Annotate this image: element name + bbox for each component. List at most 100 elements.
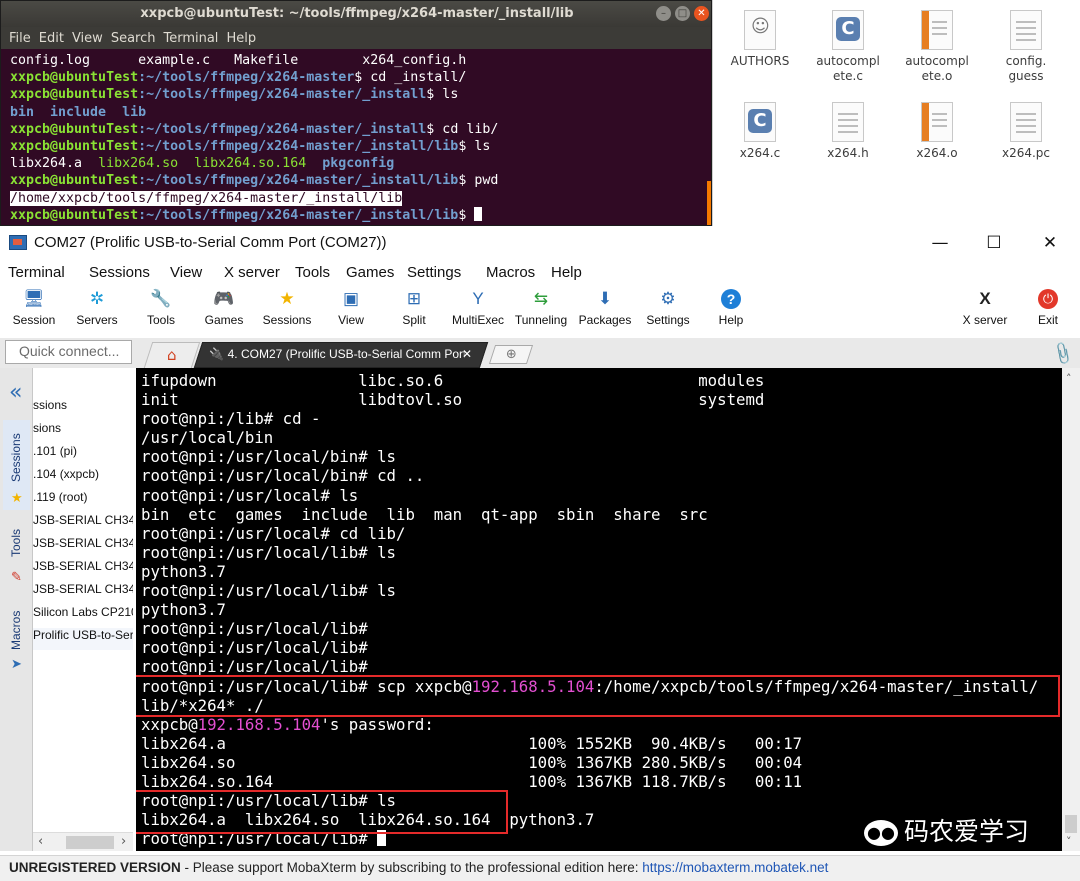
home-tab[interactable]: ⌂ [143, 342, 201, 368]
menu-view[interactable]: View [72, 31, 103, 46]
collapse-sidebar-icon[interactable]: « [9, 382, 22, 404]
menu-xserver[interactable]: X server [224, 264, 280, 281]
menu-macros[interactable]: Macros [486, 264, 535, 281]
menu-terminal[interactable]: Terminal [163, 31, 218, 46]
maximize-icon[interactable]: ☐ [971, 230, 1017, 256]
watermark: ●● 码农爱学习 [864, 812, 1029, 848]
scroll-thumb[interactable] [1065, 815, 1077, 833]
side-tab-label: Tools [9, 528, 23, 557]
terminal-line: bin include lib [10, 104, 147, 120]
menu-help[interactable]: Help [551, 264, 582, 281]
prompt-path: :~/tools/ffmpeg/x264-master/_install/lib [138, 173, 459, 189]
file-autocomplete-c[interactable]: autocompl ete.c [805, 10, 891, 84]
session-item[interactable]: .101 (pi) [33, 444, 133, 466]
tunneling-button[interactable]: ⇆ Tunneling [511, 286, 571, 338]
help-button[interactable]: ? Help [710, 286, 752, 338]
servers-button[interactable]: ✲ Servers [70, 286, 124, 338]
selected-path-text[interactable]: /home/xxpcb/tools/ffmpeg/x264-master/_in… [10, 190, 403, 206]
attach-icon[interactable]: 📎 [1050, 340, 1077, 366]
session-item[interactable]: JSB-SERIAL CH340 [33, 582, 133, 604]
split-button[interactable]: ⊞ Split [392, 286, 436, 338]
toolbar-label: Help [718, 313, 744, 327]
session-item[interactable]: JSB-SERIAL CH340 [33, 513, 133, 535]
wechat-icon: ●● [864, 820, 898, 846]
terminal-spacer [306, 156, 322, 171]
menu-search[interactable]: Search [111, 31, 156, 46]
mobaxterm-titlebar[interactable]: COM27 (Prolific USB-to-Serial Comm Port … [0, 226, 1080, 260]
tools-button[interactable]: 🔧 Tools [136, 286, 186, 338]
session-button[interactable]: 🖥 Session [6, 286, 62, 338]
maximize-icon[interactable]: □ [675, 6, 690, 21]
scroll-up-icon[interactable]: ˄ [1066, 372, 1072, 385]
session-label: .101 (pi) [33, 444, 78, 458]
session-item-active[interactable]: Prolific USB-to-Ser [33, 628, 133, 650]
view-button[interactable]: ▣ View [328, 286, 374, 338]
file-authors[interactable]: AUTHORS [717, 10, 803, 69]
scroll-right-icon[interactable]: › [121, 834, 126, 849]
minimize-icon[interactable]: – [656, 6, 671, 21]
file-x264-pc[interactable]: x264.pc [983, 102, 1069, 161]
session-item[interactable]: JSB-SERIAL CH340 [33, 536, 133, 558]
prompt-user: xxpcb@ubuntuTest [10, 87, 139, 103]
tab-close-icon[interactable]: ✕ [462, 347, 472, 361]
file-x264-c[interactable]: x264.c [717, 102, 803, 161]
terminal-vertical-scrollbar[interactable]: ˄ ˅ [1062, 368, 1080, 851]
close-icon[interactable]: ✕ [1027, 230, 1073, 256]
xserver-button[interactable]: X X server [956, 286, 1014, 338]
prompt-path: :~/tools/ffmpeg/x264-master/_install/lib [138, 139, 459, 155]
sessions-button[interactable]: ★ Sessions [258, 286, 316, 338]
games-button[interactable]: 🎮 Games [200, 286, 248, 338]
ubuntu-terminal-window[interactable]: xxpcb@ubuntuTest: ~/tools/ffmpeg/x264-ma… [0, 0, 712, 226]
ubuntu-window-title: xxpcb@ubuntuTest: ~/tools/ffmpeg/x264-ma… [140, 6, 574, 21]
ubuntu-titlebar[interactable]: xxpcb@ubuntuTest: ~/tools/ffmpeg/x264-ma… [1, 1, 711, 27]
file-autocomplete-o[interactable]: autocompl ete.o [894, 10, 980, 84]
session-item[interactable]: sions [33, 421, 133, 443]
session-item[interactable]: .119 (root) [33, 490, 133, 512]
star-icon: ★ [279, 289, 295, 308]
menu-view[interactable]: View [170, 264, 202, 281]
packages-button[interactable]: ⬇ Packages [576, 286, 634, 338]
scroll-indicator [707, 181, 711, 225]
session-item[interactable]: .104 (xxpcb) [33, 467, 133, 489]
menu-edit[interactable]: Edit [39, 31, 64, 46]
toolbar-label: X server [962, 313, 1008, 327]
file-x264-h[interactable]: x264.h [805, 102, 891, 161]
file-config-guess[interactable]: config. guess [983, 10, 1069, 84]
menu-terminal[interactable]: Terminal [8, 264, 65, 281]
menu-tools[interactable]: Tools [295, 264, 330, 281]
ubuntu-terminal-output[interactable]: config.log example.c Makefile x264_confi… [10, 52, 498, 224]
menu-file[interactable]: File [9, 31, 31, 46]
menu-sessions[interactable]: Sessions [89, 264, 150, 281]
scroll-left-icon[interactable]: ‹ [38, 834, 43, 849]
session-item[interactable]: Silicon Labs CP210 [33, 605, 133, 627]
close-icon[interactable]: ✕ [694, 6, 709, 21]
menu-games[interactable]: Games [346, 264, 394, 281]
settings-button[interactable]: ⚙ Settings [640, 286, 696, 338]
session-label: Prolific USB-to-Ser [33, 628, 133, 642]
tab-com27[interactable]: 🔌 4. COM27 (Prolific USB-to-Serial Comm … [193, 342, 489, 368]
sessions-horizontal-scrollbar[interactable]: ‹ › [33, 832, 133, 851]
side-tab-sessions[interactable]: Sessions ★ [3, 420, 30, 510]
home-icon: ⌂ [167, 346, 177, 364]
terminal-line: ifupdown libc.so.6 modules [141, 371, 765, 390]
scroll-thumb[interactable] [66, 836, 114, 849]
menu-help[interactable]: Help [226, 31, 256, 46]
minimize-icon[interactable]: — [917, 230, 963, 256]
side-tab-macros[interactable]: Macros ➤ [3, 600, 30, 680]
toolbar-label: Tunneling [514, 313, 568, 327]
toolbar-label: Games [204, 313, 244, 327]
menu-settings[interactable]: Settings [407, 264, 461, 281]
file-x264-o[interactable]: x264.o [894, 102, 980, 161]
serial-terminal[interactable]: ifupdown libc.so.6 modules init libdtovl… [136, 368, 1062, 851]
quick-connect-input[interactable]: Quick connect... [5, 340, 132, 364]
scroll-down-icon[interactable]: ˅ [1066, 835, 1072, 848]
multiexec-button[interactable]: Y MultiExec [449, 286, 507, 338]
terminal-line: root@npi:/usr/local/bin# ls [141, 447, 397, 467]
side-tab-tools[interactable]: Tools ✎ [3, 513, 30, 598]
session-item[interactable]: ssions [33, 398, 133, 420]
new-tab-button[interactable]: ⊕ [488, 345, 534, 364]
exit-button[interactable]: ⏻ Exit [1028, 286, 1068, 338]
mobaxterm-link[interactable]: https://mobaxterm.mobatek.net [642, 860, 828, 875]
terminal-dir-pkgconfig: pkgconfig [322, 156, 395, 172]
session-item[interactable]: JSB-SERIAL CH340 [33, 559, 133, 581]
